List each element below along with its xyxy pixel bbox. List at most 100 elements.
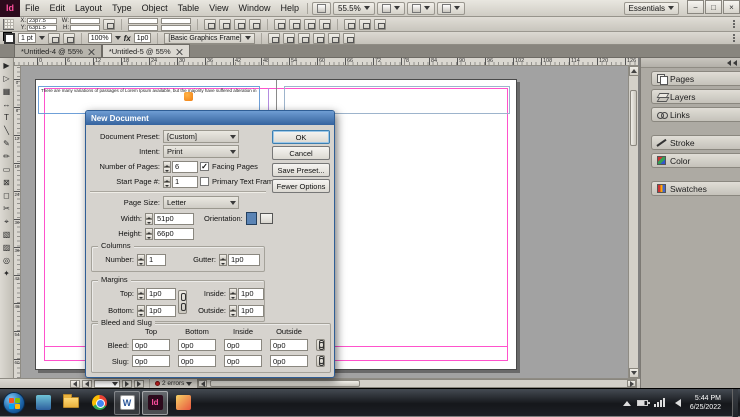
previous-page-button[interactable] <box>82 379 92 388</box>
start-page-field[interactable]: 1 <box>172 175 198 188</box>
w-field[interactable] <box>70 17 100 24</box>
menu-item[interactable]: Window <box>233 0 275 17</box>
bleed-field[interactable]: 0p0 <box>132 339 170 351</box>
tool-icon[interactable]: ⌖ <box>4 215 9 228</box>
rotate-90-cw-icon[interactable] <box>204 18 216 30</box>
panel-menu-icon[interactable] <box>733 18 737 30</box>
fit-content-icon[interactable] <box>344 18 356 30</box>
align-bottom-icon[interactable] <box>342 32 355 44</box>
rotate-90-ccw-icon[interactable] <box>219 18 231 30</box>
x-field[interactable]: 23p7.5 <box>27 17 57 24</box>
tool-icon[interactable]: ▦ <box>3 85 11 98</box>
width-stepper[interactable] <box>145 212 153 225</box>
menu-item[interactable]: File <box>20 0 45 17</box>
align-center-icon[interactable] <box>282 32 295 44</box>
tool-icon[interactable]: ▭ <box>3 163 11 176</box>
view-options-button[interactable] <box>376 1 405 15</box>
slug-field[interactable]: 0p0 <box>178 355 216 367</box>
constrain-proportions-icon[interactable] <box>103 18 115 30</box>
menu-item[interactable]: Layout <box>70 0 107 17</box>
tool-icon[interactable]: ⊠ <box>3 176 10 189</box>
height-field[interactable]: 66p0 <box>154 227 194 240</box>
margin-inside-field[interactable]: 1p0 <box>238 287 264 300</box>
h-field[interactable] <box>70 24 100 31</box>
hidden-icons-chevron-icon[interactable] <box>622 397 631 406</box>
stroke-weight-field[interactable]: 1 pt <box>18 33 36 43</box>
panel-button-pages[interactable]: Pages <box>651 71 740 86</box>
gutter-stepper[interactable] <box>219 253 227 266</box>
scale-y-field[interactable] <box>128 24 158 31</box>
columns-number-field[interactable]: 1 <box>146 253 166 266</box>
margin-outside-stepper[interactable] <box>229 304 237 317</box>
corner-radius-field[interactable]: 1p0 <box>133 33 152 43</box>
menu-item[interactable]: Edit <box>45 0 71 17</box>
slug-field[interactable]: 0p0 <box>132 355 170 367</box>
tool-icon[interactable]: ✎ <box>3 137 10 150</box>
page-number-dropdown[interactable] <box>94 379 120 388</box>
columns-stepper[interactable] <box>137 253 145 266</box>
preflight-errors-label[interactable]: 2 errors <box>162 380 184 387</box>
tool-icon[interactable]: T <box>4 111 9 124</box>
maximize-button[interactable]: □ <box>705 0 722 14</box>
auto-fit-icon[interactable] <box>374 18 386 30</box>
bleed-field[interactable]: 0p0 <box>178 339 216 351</box>
taskbar-explorer-icon[interactable] <box>58 391 84 415</box>
align-top-icon[interactable] <box>312 32 325 44</box>
bleed-link-icon[interactable] <box>316 339 325 351</box>
menu-item[interactable]: Type <box>107 0 137 17</box>
tool-icon[interactable]: ▨ <box>3 241 11 254</box>
scrollbar-thumb[interactable] <box>630 90 637 146</box>
select-next-icon[interactable] <box>319 18 331 30</box>
slug-link-icon[interactable] <box>316 355 325 367</box>
arrange-documents-button[interactable] <box>436 1 465 15</box>
taskbar-clock[interactable]: 5:44 PM 6/25/2022 <box>690 394 721 412</box>
height-stepper[interactable] <box>145 227 153 240</box>
workspace-switcher[interactable]: Essentials <box>623 1 679 15</box>
align-right-icon[interactable] <box>297 32 310 44</box>
scale-x-field[interactable] <box>128 17 158 24</box>
last-page-button[interactable] <box>134 379 144 388</box>
bridge-icon[interactable] <box>312 1 331 15</box>
chevron-down-icon[interactable] <box>38 36 45 43</box>
number-of-pages-field[interactable]: 6 <box>172 160 198 173</box>
gutter-field[interactable]: 1p0 <box>228 253 260 266</box>
tool-icon[interactable]: ◻ <box>3 189 10 202</box>
margin-top-stepper[interactable] <box>137 287 145 300</box>
tool-icon[interactable]: ▷ <box>3 72 9 85</box>
close-button[interactable]: × <box>723 0 740 14</box>
facing-pages-checkbox[interactable]: ✓ <box>200 162 209 171</box>
y-field[interactable]: 63p1.5 <box>27 24 57 31</box>
taskbar-word-icon[interactable]: W <box>114 390 140 415</box>
chevron-down-icon[interactable] <box>114 36 121 43</box>
orientation-landscape-button[interactable] <box>259 213 273 224</box>
ok-button[interactable]: OK <box>272 130 330 144</box>
bleed-field[interactable]: 0p0 <box>270 339 308 351</box>
start-page-stepper[interactable] <box>163 175 171 188</box>
taskbar-indesign-icon[interactable]: Id <box>142 390 168 415</box>
opacity-field[interactable]: 100% <box>87 33 112 43</box>
flip-vertical-icon[interactable] <box>249 18 261 30</box>
first-page-button[interactable] <box>70 379 80 388</box>
margin-top-field[interactable]: 1p0 <box>146 287 176 300</box>
taskbar-media-app-icon[interactable] <box>30 391 56 415</box>
horizontal-scrollbar[interactable] <box>197 379 637 388</box>
slug-field[interactable]: 0p0 <box>224 355 262 367</box>
fit-frame-icon[interactable] <box>359 18 371 30</box>
cancel-button[interactable]: Cancel <box>272 146 330 160</box>
tool-icon[interactable]: ╲ <box>4 124 9 137</box>
margin-bottom-field[interactable]: 1p0 <box>146 304 176 317</box>
panel-button-stroke[interactable]: Stroke <box>651 135 740 150</box>
align-middle-icon[interactable] <box>327 32 340 44</box>
margins-link-icon[interactable] <box>178 290 187 314</box>
intent-dropdown[interactable]: Print <box>163 145 239 158</box>
zoom-level-dropdown[interactable]: 55.5% <box>333 1 375 15</box>
page-size-dropdown[interactable]: Letter <box>163 196 239 209</box>
select-content-icon[interactable] <box>289 18 301 30</box>
panel-button-color[interactable]: Color <box>651 153 740 168</box>
scroll-up-button[interactable] <box>629 66 639 76</box>
menu-item[interactable]: View <box>204 0 233 17</box>
vertical-scrollbar[interactable] <box>628 66 639 378</box>
menu-item[interactable]: Help <box>275 0 304 17</box>
next-page-button[interactable] <box>122 379 132 388</box>
expand-panels-icon[interactable] <box>725 59 737 66</box>
